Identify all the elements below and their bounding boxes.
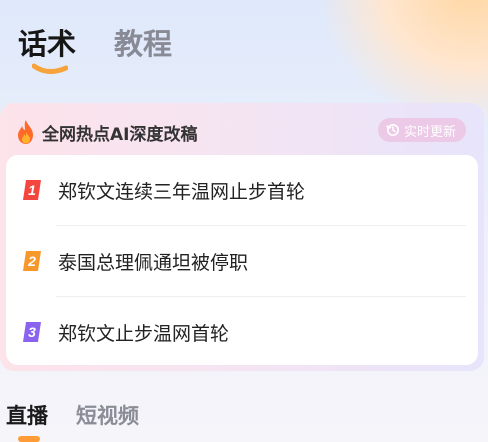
hot-topic-text: 泰国总理佩通坦被停职 xyxy=(58,251,249,274)
tab-scripts[interactable]: 话术 xyxy=(18,24,77,74)
hot-topics-card: 全网热点AI深度改稿 实时更新 1 郑钦文连续三年温网止步首轮 2 泰国总理佩通… xyxy=(0,103,484,371)
tab-tutorial-label: 教程 xyxy=(114,27,173,61)
content-type-tab-bar: 直播 短视频 xyxy=(6,400,139,430)
tab-active-indicator xyxy=(32,63,68,74)
tab-scripts-label: 话术 xyxy=(18,27,77,61)
flame-icon xyxy=(18,120,33,144)
tab-tutorial[interactable]: 教程 xyxy=(114,24,172,64)
hot-topic-text: 郑钦文止步温网首轮 xyxy=(58,322,230,345)
top-tab-bar: 话术 教程 xyxy=(18,24,172,74)
refresh-clock-icon xyxy=(386,124,399,136)
hot-topics-list: 1 郑钦文连续三年温网止步首轮 2 泰国总理佩通坦被停职 3 郑钦文止步温网首轮 xyxy=(6,155,478,365)
tab-short-video[interactable]: 短视频 xyxy=(76,400,139,430)
hot-topic-text: 郑钦文连续三年温网止步首轮 xyxy=(58,180,306,203)
rank-badge-2-icon: 2 xyxy=(23,251,41,271)
bottom-tab-active-indicator xyxy=(18,436,40,442)
hot-card-header: 全网热点AI深度改稿 xyxy=(14,119,197,145)
rank-badge-3-number: 3 xyxy=(28,324,36,340)
rank-badge-3-icon: 3 xyxy=(23,322,41,342)
hot-topic-item-3[interactable]: 3 郑钦文止步温网首轮 xyxy=(20,297,466,367)
rank-badge-1-icon: 1 xyxy=(23,180,41,200)
rank-badge-2-number: 2 xyxy=(27,253,36,269)
hot-card-title: 全网热点AI深度改稿 xyxy=(42,124,198,145)
hot-topic-item-1[interactable]: 1 郑钦文连续三年温网止步首轮 xyxy=(20,155,466,225)
realtime-update-badge[interactable]: 实时更新 xyxy=(377,118,466,142)
tab-live[interactable]: 直播 xyxy=(6,400,48,430)
realtime-update-label: 实时更新 xyxy=(403,124,456,140)
hot-topic-item-2[interactable]: 2 泰国总理佩通坦被停职 xyxy=(20,226,466,296)
rank-badge-1-number: 1 xyxy=(28,182,36,198)
